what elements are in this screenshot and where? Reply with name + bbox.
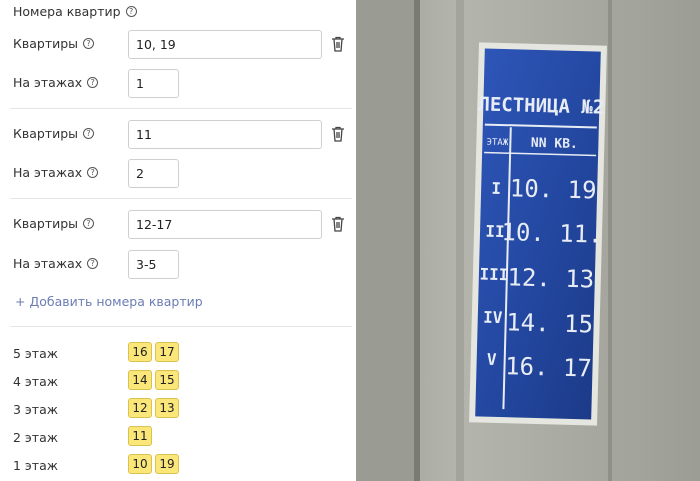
apartment-chip: 16 [128, 342, 152, 362]
apartment-chip: 13 [155, 398, 179, 418]
apartments-input-3[interactable] [128, 210, 322, 239]
floor-label-4: 4 этаж [13, 374, 58, 389]
floor-label-1: 1 этаж [13, 458, 58, 473]
floor-chips-4: 14 15 [128, 370, 179, 390]
floor-label-5: 5 этаж [13, 346, 58, 361]
apartment-chip: 19 [155, 454, 179, 474]
sign-apts-4: 14. 15 [506, 308, 593, 338]
help-icon[interactable]: ? [125, 6, 137, 17]
divider [10, 108, 352, 109]
door-panel-line [456, 0, 464, 481]
help-icon[interactable]: ? [87, 77, 99, 88]
apartments-input-1[interactable] [128, 30, 322, 59]
help-icon[interactable]: ? [83, 128, 95, 139]
apartments-input-2[interactable] [128, 120, 322, 149]
help-icon[interactable]: ? [87, 167, 99, 178]
floors-input-2[interactable] [128, 159, 179, 188]
add-apartments-link[interactable]: + Добавить номера квартир [15, 294, 203, 309]
divider [10, 198, 352, 199]
apartments-label-text: Квартиры [13, 36, 79, 51]
floors-input-3[interactable] [128, 250, 179, 279]
sign-col-apts: NN КВ. [531, 136, 578, 152]
apartment-chip: 15 [155, 370, 179, 390]
apartments-label-text: Квартиры [13, 126, 79, 141]
apartment-chip: 10 [128, 454, 152, 474]
sign-header: ЛЕСТНИЦА №2 [478, 93, 604, 118]
sign-apts-5: 16. 17 [505, 352, 592, 382]
apartments-label-1: Квартиры ? [13, 36, 95, 51]
sign-floor-4: IV [483, 308, 503, 328]
sign-floor-5: V [487, 350, 497, 369]
apartments-label-3: Квартиры ? [13, 216, 95, 231]
delete-icon[interactable] [331, 216, 345, 232]
help-icon[interactable]: ? [87, 258, 99, 269]
plaster-wall-edge [356, 0, 418, 481]
apartments-label-text: Квартиры [13, 216, 79, 231]
floor-label-3: 3 этаж [13, 402, 58, 417]
floors-label-1: На этажах ? [13, 75, 99, 90]
divider [10, 326, 352, 327]
section-title: Номера квартир ? [13, 4, 137, 19]
floors-label-text: На этажах [13, 256, 83, 271]
staircase-sign-photo: ЛЕСТНИЦА №2 ЭТАЖ NN КВ. I 10. 19 II 10. … [356, 0, 700, 481]
apartment-chip: 14 [128, 370, 152, 390]
sign-floor-3: III [479, 264, 508, 284]
sign-apts-2: 10. 11. [501, 218, 603, 249]
sign-apts-3: 12. 13 [507, 263, 594, 293]
apartment-chip: 12 [128, 398, 152, 418]
floors-label-text: На этажах [13, 165, 83, 180]
apartment-chip: 11 [128, 426, 152, 446]
floors-label-text: На этажах [13, 75, 83, 90]
floor-chips-2: 11 [128, 426, 152, 446]
sign-col-floor: ЭТАЖ [486, 138, 509, 149]
wall-corner [414, 0, 420, 481]
floors-label-3: На этажах ? [13, 256, 99, 271]
apartment-form-panel: Номера квартир ? Квартиры ? На этажах ? … [0, 0, 356, 481]
apartments-label-2: Квартиры ? [13, 126, 95, 141]
sign-floor-1: I [491, 179, 501, 198]
floor-chips-3: 12 13 [128, 398, 179, 418]
delete-icon[interactable] [331, 36, 345, 52]
help-icon[interactable]: ? [83, 38, 95, 49]
floors-input-1[interactable] [128, 69, 179, 98]
floor-chips-5: 16 17 [128, 342, 179, 362]
delete-icon[interactable] [331, 126, 345, 142]
section-title-text: Номера квартир [13, 4, 121, 19]
sign-photo-svg: ЛЕСТНИЦА №2 ЭТАЖ NN КВ. I 10. 19 II 10. … [356, 0, 700, 481]
floor-chips-1: 10 19 [128, 454, 179, 474]
door-frame-line [608, 0, 612, 481]
floor-label-2: 2 этаж [13, 430, 58, 445]
help-icon[interactable]: ? [83, 218, 95, 229]
apartment-chip: 17 [155, 342, 179, 362]
floors-label-2: На этажах ? [13, 165, 99, 180]
sign-apts-1: 10. 19 [509, 174, 596, 204]
